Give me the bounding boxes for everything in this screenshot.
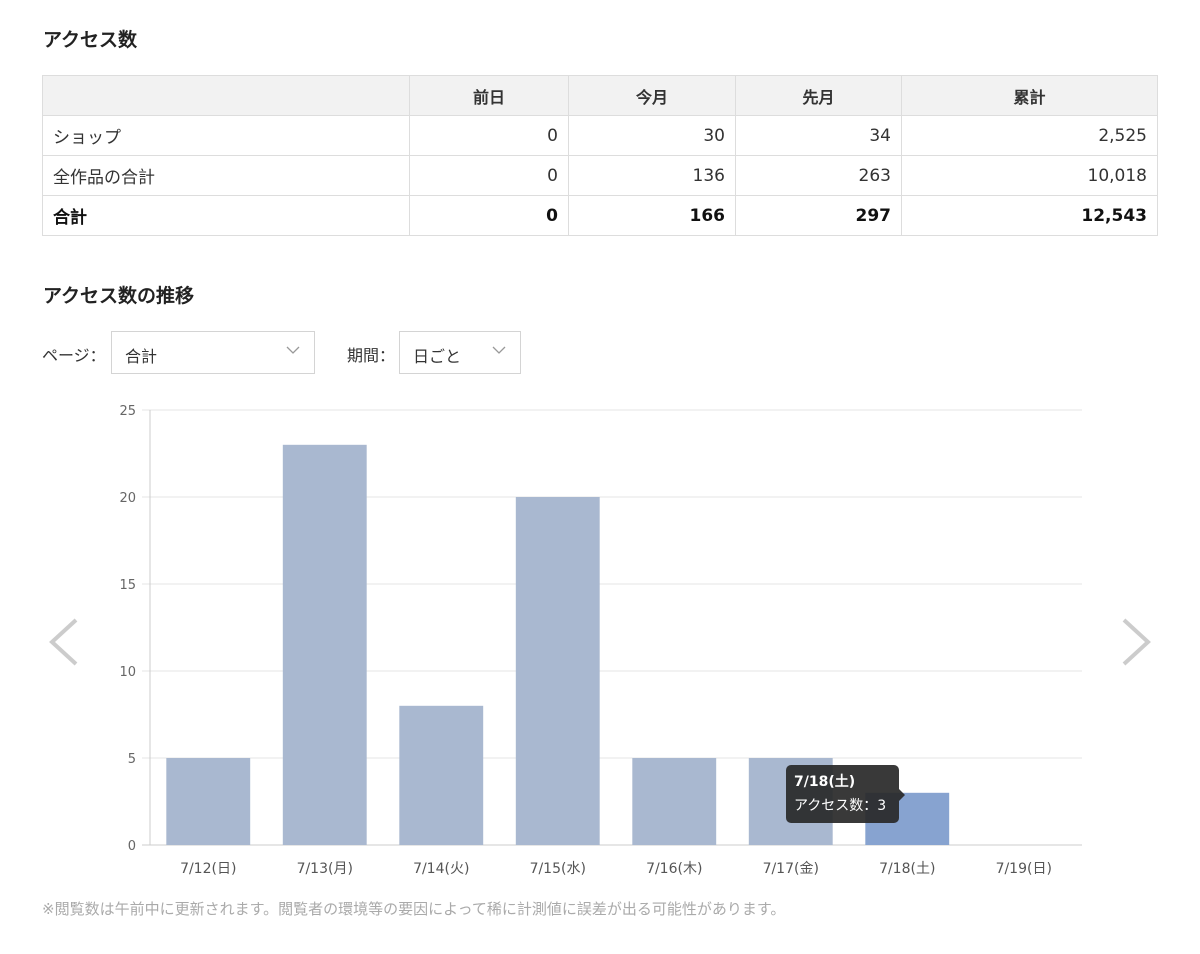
table-row-total: 合計 0 166 297 12,543 <box>42 195 1158 236</box>
chevron-down-icon <box>492 346 506 354</box>
y-tick-label: 0 <box>128 839 136 854</box>
cell-value: 30 <box>568 115 736 156</box>
period-filter-label: 期間： <box>347 346 396 365</box>
chart-y-labels: 0 5 10 15 20 25 <box>119 404 136 854</box>
cell-value: 0 <box>409 195 569 236</box>
period-select[interactable]: 日ごと <box>399 331 521 374</box>
chevron-down-icon <box>286 346 300 354</box>
tooltip-date: 7/18(土) <box>794 774 856 790</box>
chart-bar[interactable] <box>282 444 367 845</box>
page-select-value: 合計 <box>125 347 158 366</box>
cell-value: 34 <box>735 115 902 156</box>
cell-value: 10,018 <box>901 155 1158 196</box>
table-header-this-month: 今月 <box>568 75 736 116</box>
x-tick-label: 7/13(月) <box>297 861 353 877</box>
table-header-empty <box>42 75 410 116</box>
table-row: 全作品の合計 0 136 263 10,018 <box>42 155 1158 196</box>
access-trend-bar-chart: 7/12(日) 7/13(月) 7/14(火) 7/15(水) 7/16(木) 7/17(… <box>119 404 1082 877</box>
row-label: 全作品の合計 <box>42 155 410 196</box>
row-label: 合計 <box>42 195 410 236</box>
chart-bar[interactable] <box>515 497 600 845</box>
x-tick-label: 7/15(水) <box>530 861 586 877</box>
cell-value: 12,543 <box>901 195 1158 236</box>
access-trend-heading: アクセス数の推移 <box>43 285 195 307</box>
cell-value: 0 <box>409 155 569 196</box>
cell-value: 297 <box>735 195 902 236</box>
y-tick-label: 15 <box>119 578 136 593</box>
chart-x-labels: 7/12(日) 7/13(月) 7/14(火) 7/15(水) 7/16(木) 7/17(… <box>180 861 1052 877</box>
access-stats-table: 前日 今月 先月 累計 ショップ 0 30 34 2,525 全作品の合計 0 … <box>42 75 1158 236</box>
cell-value: 2,525 <box>901 115 1158 156</box>
row-label: ショップ <box>42 115 410 156</box>
table-header-previous-day: 前日 <box>409 75 569 116</box>
tooltip-value: アクセス数：3 <box>794 798 887 814</box>
x-tick-label: 7/12(日) <box>180 861 236 877</box>
table-header-cumulative: 累計 <box>901 75 1158 116</box>
x-tick-label: 7/16(木) <box>646 861 702 877</box>
chart-bar[interactable] <box>399 705 484 845</box>
table-header-row: 前日 今月 先月 累計 <box>42 75 1158 116</box>
chart-tooltip: 7/18(土) アクセス数：3 <box>786 765 905 823</box>
x-tick-label: 7/19(日) <box>996 861 1052 877</box>
table-row: ショップ 0 30 34 2,525 <box>42 115 1158 156</box>
cell-value: 136 <box>568 155 736 196</box>
page-select[interactable]: 合計 <box>111 331 315 374</box>
footnote: ※閲覧数は午前中に更新されます。閲覧者の環境等の要因によって稀に計測値に誤差が出… <box>42 900 786 918</box>
y-tick-label: 25 <box>119 404 136 419</box>
cell-value: 0 <box>409 115 569 156</box>
period-select-value: 日ごと <box>413 347 462 366</box>
access-stats-page: アクセス数 前日 今月 先月 累計 ショップ 0 30 34 2,525 全作品 <box>0 0 1200 954</box>
table-header-last-month: 先月 <box>735 75 902 116</box>
y-tick-label: 20 <box>119 491 136 506</box>
y-tick-label: 10 <box>119 665 136 680</box>
cell-value: 166 <box>568 195 736 236</box>
prev-period-arrow-icon[interactable] <box>46 617 80 667</box>
y-tick-label: 5 <box>128 752 136 767</box>
access-count-heading: アクセス数 <box>43 29 138 51</box>
chart-bar[interactable] <box>166 758 251 845</box>
next-period-arrow-icon[interactable] <box>1120 617 1154 667</box>
page-filter-label: ページ： <box>42 346 106 365</box>
x-tick-label: 7/18(土) <box>879 861 935 877</box>
chart-bar[interactable] <box>632 758 717 845</box>
cell-value: 263 <box>735 155 902 196</box>
x-tick-label: 7/17(金) <box>763 861 819 877</box>
x-tick-label: 7/14(火) <box>413 861 469 877</box>
